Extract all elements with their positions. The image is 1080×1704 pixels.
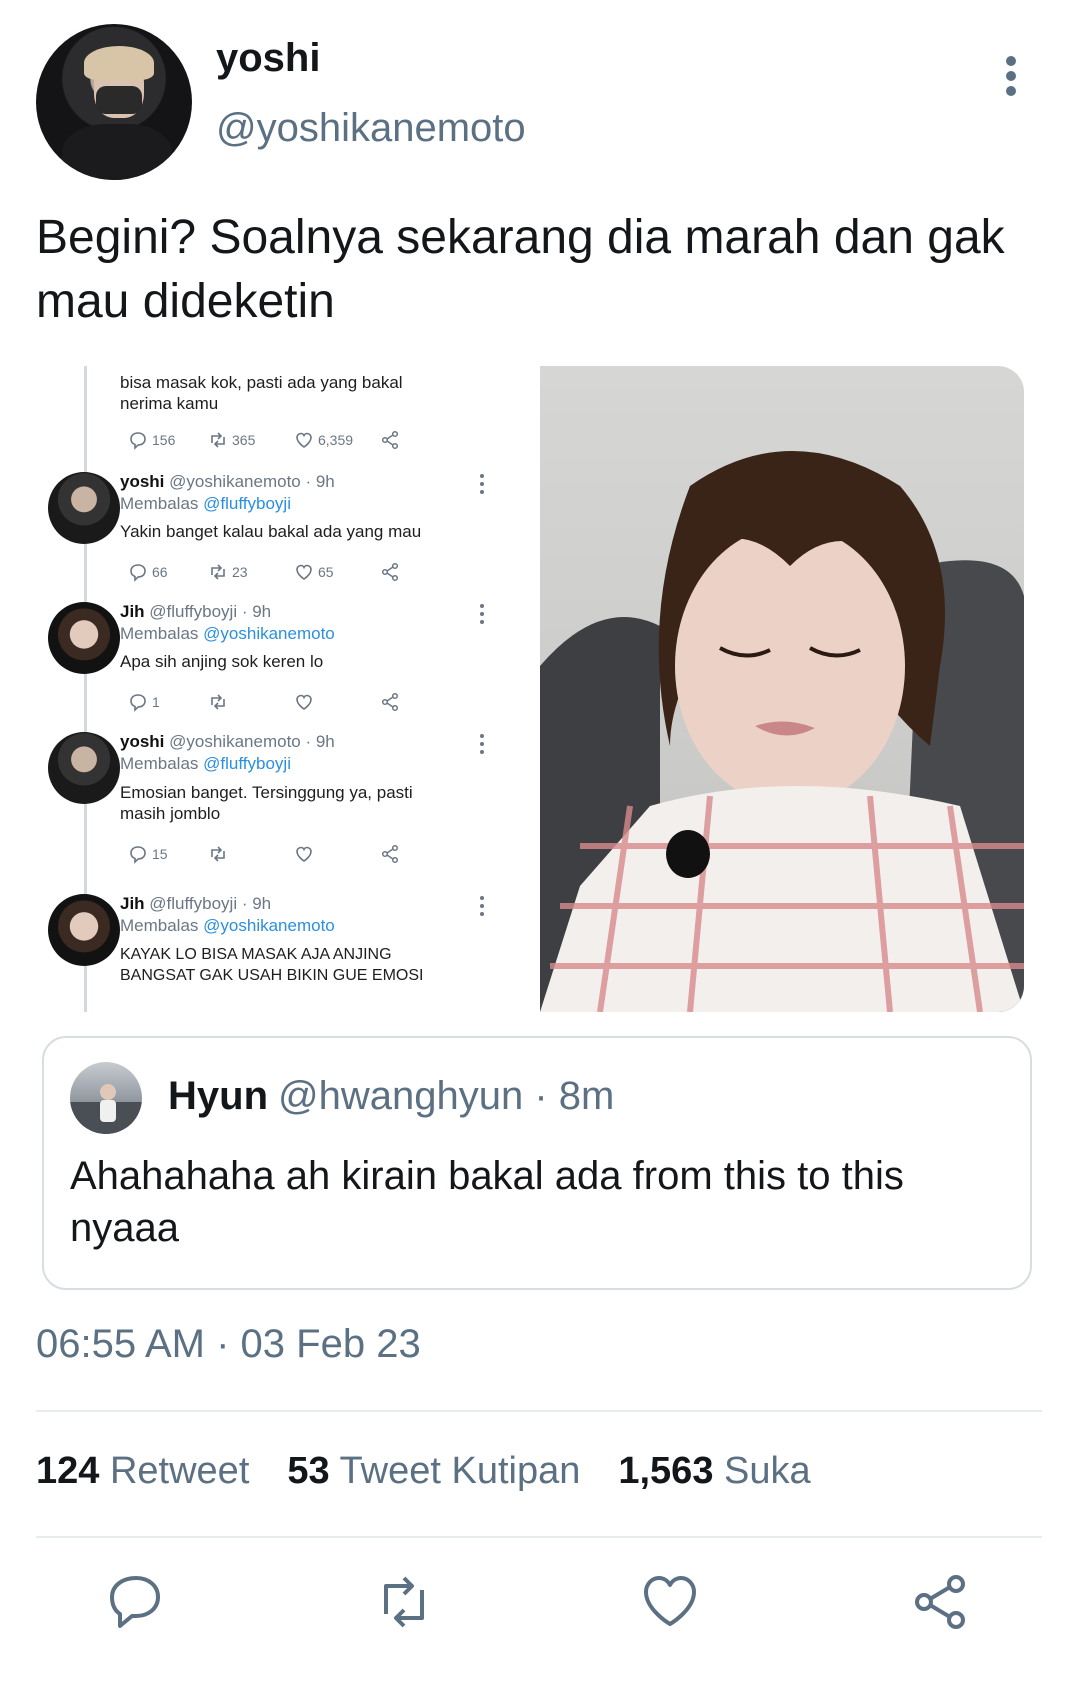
quoted-tweet[interactable]: Hyun @hwanghyun · 8m Ahahahaha ah kirain… bbox=[42, 1036, 1032, 1290]
replying-to: Membalas @fluffyboyji bbox=[120, 494, 291, 513]
reply-actions: 15 bbox=[128, 816, 448, 864]
more-options-icon bbox=[480, 734, 486, 754]
like-icon bbox=[296, 846, 312, 862]
reply-text: KAYAK LO BISA MASAK AJA ANJING BANGSAT G… bbox=[120, 946, 424, 984]
like-count: 6,359 bbox=[318, 432, 354, 448]
like-icon[interactable] bbox=[640, 1572, 700, 1632]
like-count: 65 bbox=[318, 564, 334, 580]
reply-actions: 66 23 65 bbox=[128, 534, 448, 582]
reply-header: yoshi @yoshikanemoto · 9h bbox=[120, 732, 335, 751]
reply-avatar bbox=[48, 602, 120, 674]
reply-icon bbox=[130, 694, 146, 712]
author-display-name[interactable]: yoshi bbox=[216, 36, 320, 81]
reply-actions: 1 bbox=[128, 664, 448, 712]
replying-to: Membalas @fluffyboyji bbox=[120, 754, 291, 773]
replying-to: Membalas @yoshikanemoto bbox=[120, 624, 335, 643]
reply-count: 15 bbox=[152, 846, 168, 862]
reply-avatar bbox=[48, 732, 120, 804]
retweet-icon bbox=[211, 564, 225, 580]
share-icon bbox=[381, 844, 399, 864]
quoted-display-name: Hyun bbox=[168, 1074, 268, 1118]
reply-header: Jih @fluffyboyji · 9h bbox=[120, 894, 272, 913]
more-options-icon[interactable] bbox=[1004, 56, 1018, 96]
more-options-icon bbox=[480, 896, 486, 916]
more-options-icon bbox=[480, 604, 486, 624]
reply-icon[interactable] bbox=[106, 1572, 166, 1632]
like-stat[interactable]: 1,563 Suka bbox=[618, 1450, 810, 1493]
reply-count: 66 bbox=[152, 564, 168, 580]
retweet-icon bbox=[211, 432, 225, 448]
reply-header: yoshi @yoshikanemoto · 9h bbox=[120, 472, 335, 491]
retweet-icon[interactable] bbox=[374, 1572, 434, 1632]
author-handle[interactable]: @yoshikanemoto bbox=[216, 106, 526, 151]
reply-avatar bbox=[48, 472, 120, 544]
replying-to: Membalas @yoshikanemoto bbox=[120, 916, 335, 935]
retweet-count: 365 bbox=[232, 432, 256, 448]
like-icon bbox=[296, 432, 312, 448]
quoted-text: Ahahahaha ah kirain bakal ada from this … bbox=[70, 1154, 904, 1250]
attached-photo[interactable] bbox=[540, 366, 1024, 1012]
like-icon bbox=[296, 564, 312, 580]
reply-avatar bbox=[48, 894, 120, 966]
author-avatar[interactable] bbox=[36, 24, 192, 180]
reply-count: 1 bbox=[152, 694, 160, 710]
tweet-text: Begini? Soalnya sekarang dia marah dan g… bbox=[36, 211, 1005, 328]
tweet-stats: 124 Retweet 53 Tweet Kutipan 1,563 Suka bbox=[36, 1450, 811, 1493]
divider bbox=[36, 1536, 1042, 1538]
person-photo-illustration bbox=[540, 451, 1024, 1012]
retweet-stat[interactable]: 124 Retweet bbox=[36, 1450, 249, 1493]
quoted-avatar[interactable] bbox=[70, 1062, 142, 1134]
more-options-icon bbox=[480, 474, 486, 494]
retweet-icon bbox=[211, 846, 225, 862]
share-icon bbox=[381, 692, 399, 712]
reply-header: Jih @fluffyboyji · 9h bbox=[120, 602, 272, 621]
like-icon bbox=[296, 694, 312, 710]
share-icon[interactable] bbox=[910, 1572, 970, 1632]
retweet-icon bbox=[211, 694, 225, 710]
attached-screenshot[interactable]: bisa masak kok, pasti ada yang bakal ner… bbox=[36, 366, 536, 1012]
retweet-count: 23 bbox=[232, 564, 248, 580]
reply-icon bbox=[130, 432, 146, 450]
quoted-handle-time: @hwanghyun · 8m bbox=[278, 1074, 615, 1118]
reply-count: 156 bbox=[152, 432, 176, 448]
reply-icon bbox=[130, 564, 146, 582]
reply-icon bbox=[130, 846, 146, 864]
tweet-timestamp: 06:55 AM · 03 Feb 23 bbox=[36, 1322, 421, 1366]
quote-tweet-stat[interactable]: 53 Tweet Kutipan bbox=[287, 1450, 580, 1493]
share-icon bbox=[381, 562, 399, 582]
screenshot-top-actions: 156 365 6,359 bbox=[128, 402, 448, 450]
share-icon bbox=[381, 430, 399, 450]
quoted-avatar-illustration bbox=[70, 1084, 142, 1134]
divider bbox=[36, 1410, 1042, 1412]
